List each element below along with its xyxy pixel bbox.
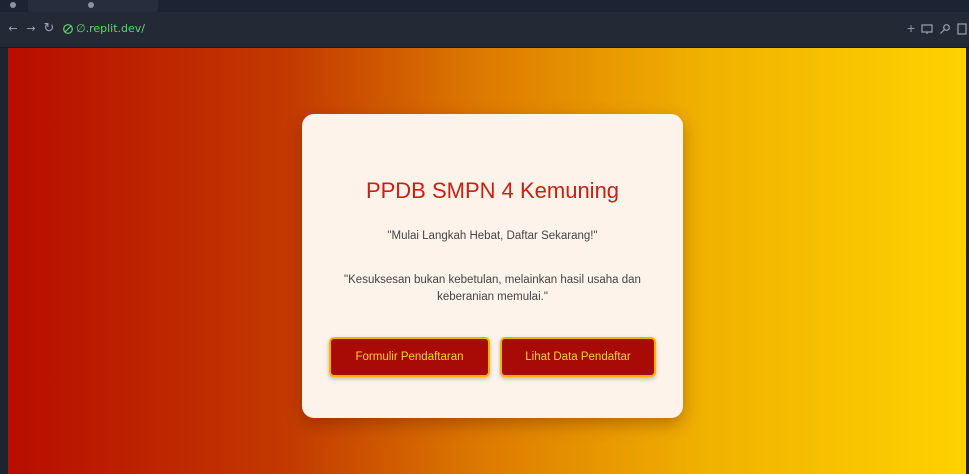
browser-toolbar: ← → ↻ ∅.replit.dev/ + [0, 12, 969, 48]
reload-icon[interactable]: ↻ [42, 22, 56, 36]
browser-tab[interactable] [28, 0, 158, 12]
window-control-icon[interactable] [10, 2, 16, 8]
registration-form-button[interactable]: Formulir Pendaftaran [329, 337, 490, 377]
welcome-card: PPDB SMPN 4 Kemuning "Mulai Langkah Heba… [302, 114, 683, 418]
key-icon[interactable] [939, 23, 951, 37]
cast-icon[interactable] [921, 23, 933, 37]
back-arrow-icon[interactable]: ← [6, 22, 20, 36]
view-registrants-button[interactable]: Lihat Data Pendaftar [500, 337, 656, 377]
plus-icon[interactable]: + [904, 22, 918, 36]
tagline: "Mulai Langkah Hebat, Daftar Sekarang!" [387, 230, 598, 242]
page-viewport: PPDB SMPN 4 Kemuning "Mulai Langkah Heba… [0, 48, 969, 474]
motivational-quote: "Kesuksesan bukan kebetulan, melainkan h… [344, 274, 641, 303]
address-bar-url[interactable]: ∅.replit.dev/ [76, 22, 145, 36]
browser-tabstrip [0, 0, 969, 12]
forward-arrow-icon[interactable]: → [24, 22, 38, 36]
viewport-edge [0, 48, 8, 474]
page-title: PPDB SMPN 4 Kemuning [365, 178, 620, 203]
lock-icon [63, 24, 73, 34]
menu-icon[interactable] [957, 23, 967, 37]
tab-favicon-icon [88, 2, 94, 8]
